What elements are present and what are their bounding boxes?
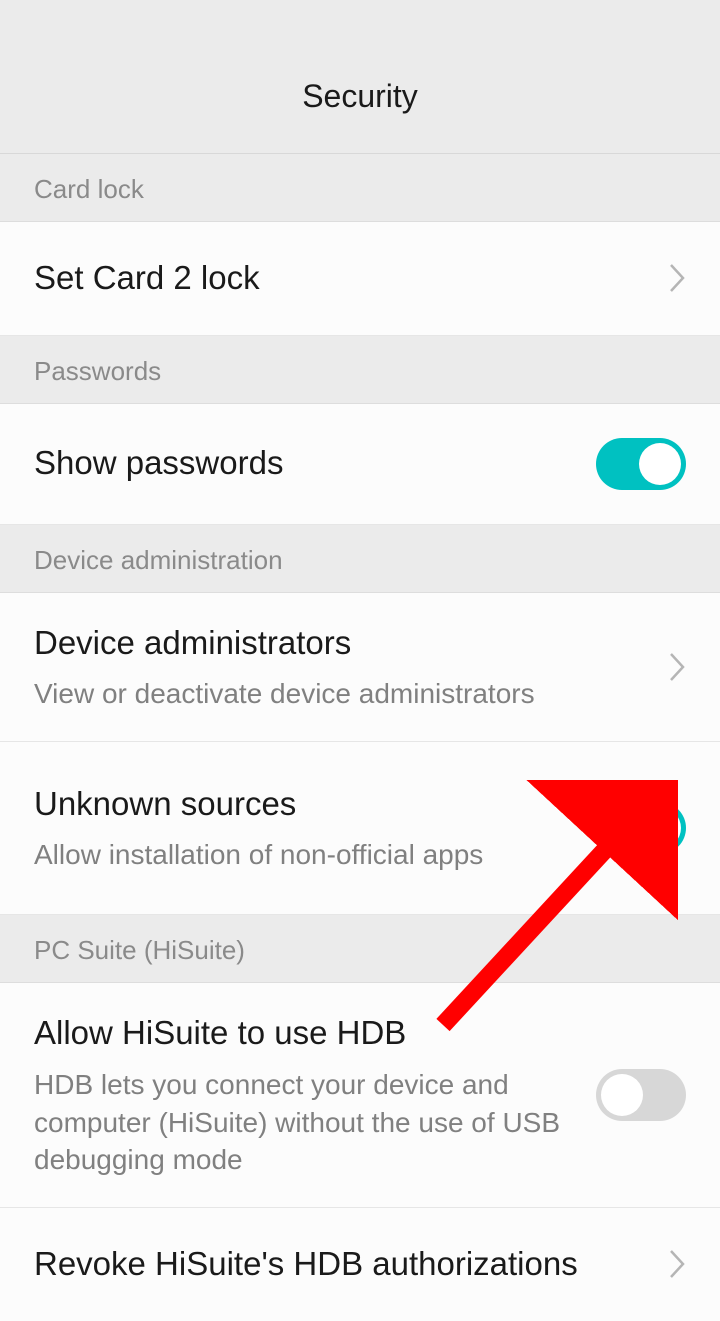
allow-hisuite-hdb-sub: HDB lets you connect your device and com… bbox=[34, 1066, 576, 1179]
section-header-card-lock: Card lock bbox=[0, 154, 720, 222]
show-passwords-label: Show passwords bbox=[34, 441, 576, 486]
revoke-hdb-row[interactable]: Revoke HiSuite's HDB authorizations bbox=[0, 1208, 720, 1321]
revoke-hdb-label: Revoke HiSuite's HDB authorizations bbox=[34, 1242, 648, 1287]
allow-hisuite-hdb-label: Allow HiSuite to use HDB bbox=[34, 1011, 576, 1056]
device-administrators-row[interactable]: Device administrators View or deactivate… bbox=[0, 593, 720, 742]
unknown-sources-row[interactable]: Unknown sources Allow installation of no… bbox=[0, 742, 720, 915]
unknown-sources-toggle[interactable] bbox=[596, 802, 686, 854]
section-header-passwords: Passwords bbox=[0, 336, 720, 404]
page-title: Security bbox=[302, 38, 418, 115]
chevron-right-icon bbox=[668, 651, 686, 683]
chevron-right-icon bbox=[668, 262, 686, 294]
unknown-sources-sub: Allow installation of non-official apps bbox=[34, 836, 576, 874]
app-header: Security bbox=[0, 0, 720, 154]
section-header-device-admin: Device administration bbox=[0, 525, 720, 593]
set-card-lock-row[interactable]: Set Card 2 lock bbox=[0, 222, 720, 336]
set-card-lock-label: Set Card 2 lock bbox=[34, 256, 648, 301]
allow-hisuite-hdb-toggle[interactable] bbox=[596, 1069, 686, 1121]
show-passwords-row[interactable]: Show passwords bbox=[0, 404, 720, 525]
chevron-right-icon bbox=[668, 1248, 686, 1280]
show-passwords-toggle[interactable] bbox=[596, 438, 686, 490]
section-header-pc-suite: PC Suite (HiSuite) bbox=[0, 915, 720, 983]
unknown-sources-label: Unknown sources bbox=[34, 782, 576, 827]
device-administrators-label: Device administrators bbox=[34, 621, 648, 666]
device-administrators-sub: View or deactivate device administrators bbox=[34, 675, 648, 713]
allow-hisuite-hdb-row[interactable]: Allow HiSuite to use HDB HDB lets you co… bbox=[0, 983, 720, 1208]
